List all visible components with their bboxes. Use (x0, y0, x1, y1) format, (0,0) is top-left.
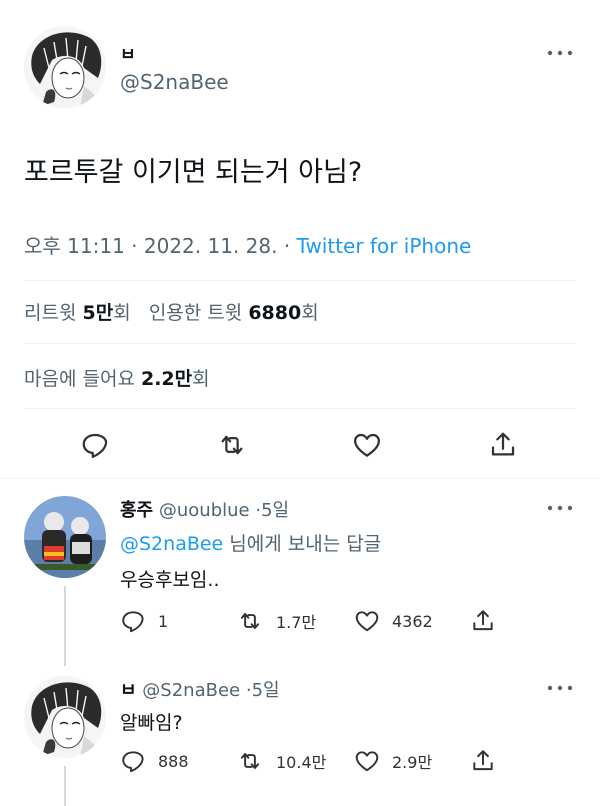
reply-button[interactable] (80, 430, 110, 460)
reply2-share-button[interactable] (470, 748, 496, 774)
more-icon[interactable] (546, 48, 574, 58)
like-button[interactable] (352, 430, 382, 460)
reply2-retweet-count: 10.4만 (276, 753, 327, 772)
retweet-button[interactable] (216, 430, 248, 460)
tweet-meta: 오후 11:11 · 2022. 11. 28. · Twitter for i… (24, 230, 471, 259)
divider (24, 280, 576, 281)
reply2-reply-count: 888 (158, 751, 189, 771)
reply-icon (82, 433, 108, 458)
likes-count: 2.2만 (140, 368, 193, 390)
retweets-stat[interactable]: 리트윗 5만회 (24, 302, 137, 324)
avatar-reply2[interactable] (24, 676, 106, 758)
reply2-header: ㅂ @S2naBee ·5일 (120, 676, 280, 702)
reply1-reply-button[interactable]: 1 (120, 608, 168, 634)
reply1-handle[interactable]: @uoublue (159, 500, 250, 521)
reply1-share-button[interactable] (470, 608, 496, 634)
reply2-time[interactable]: 5일 (252, 680, 280, 701)
reply2-retweet-button[interactable]: 10.4만 (236, 748, 326, 774)
more-icon[interactable] (546, 503, 574, 513)
retweets-label: 리트윗 (24, 302, 77, 324)
reply2-display-name[interactable]: ㅂ (120, 680, 137, 701)
like-icon (355, 611, 379, 632)
tweet-source[interactable]: Twitter for iPhone (297, 234, 472, 258)
stats-row-retweets: 리트윗 5만회 인용한 트윗 6880회 (24, 298, 319, 325)
reply2-handle[interactable]: @S2naBee (142, 680, 240, 701)
reply1-header: 홍주 @uoublue ·5일 (120, 496, 289, 522)
reply-icon (122, 611, 144, 633)
reply1-retweet-count: 1.7만 (276, 613, 317, 632)
retweets-count: 5만 (82, 302, 114, 324)
reply2-like-button[interactable]: 2.9만 (354, 748, 432, 774)
reply2-reply-button[interactable]: 888 (120, 748, 189, 774)
likes-suffix: 회 (192, 368, 210, 390)
divider (24, 408, 576, 409)
like-icon (355, 751, 379, 772)
retweet-icon (240, 752, 260, 770)
reply1-reply-to-handle[interactable]: @S2naBee (120, 533, 223, 555)
avatar-reply1[interactable] (24, 496, 106, 578)
tweet-date[interactable]: 2022. 11. 28. (144, 234, 278, 258)
meta-separator: · (283, 234, 291, 258)
main-handle[interactable]: @S2naBee (120, 70, 229, 94)
reply1-text: 우승후보임.. (120, 569, 220, 591)
share-icon (473, 750, 493, 771)
main-display-name[interactable]: ㅂ (120, 40, 136, 65)
reply1-reply-to-suffix: 님에게 보내는 답글 (229, 533, 382, 555)
meta-separator: · (131, 234, 138, 258)
reply1-replying-to: @S2naBee 님에게 보내는 답글 (120, 529, 381, 556)
reply1-like-button[interactable]: 4362 (354, 608, 433, 634)
likes-label: 마음에 들어요 (24, 368, 135, 390)
thread-line (64, 766, 66, 806)
reply1-display-name[interactable]: 홍주 (120, 500, 153, 521)
reply-icon (122, 751, 144, 773)
quotes-count: 6880 (248, 302, 302, 324)
main-tweet-text: 포르투갈 이기면 되는거 아님? (24, 157, 363, 188)
reply1-like-count: 4362 (392, 611, 433, 631)
share-button[interactable] (488, 430, 518, 460)
stats-row-likes[interactable]: 마음에 들어요 2.2만회 (24, 364, 210, 391)
more-icon[interactable] (546, 683, 574, 693)
quotes-stat[interactable]: 인용한 트윗 6880회 (149, 302, 319, 324)
reply1-time[interactable]: 5일 (261, 500, 289, 521)
thread-line (64, 586, 66, 666)
quotes-label: 인용한 트윗 (148, 302, 243, 324)
divider (0, 478, 600, 479)
reply2-text: 알빠임? (120, 712, 183, 734)
retweet-icon (221, 435, 243, 455)
reply1-retweet-button[interactable]: 1.7만 (236, 608, 316, 634)
retweets-suffix: 회 (113, 302, 131, 324)
share-icon (491, 432, 515, 456)
avatar-main[interactable] (24, 26, 106, 108)
retweet-icon (240, 612, 260, 630)
reply2-like-count: 2.9만 (392, 753, 433, 772)
share-icon (473, 610, 493, 631)
divider (24, 343, 576, 344)
reply1-reply-count: 1 (158, 611, 169, 631)
tweet-time[interactable]: 오후 11:11 (24, 234, 125, 258)
quotes-suffix: 회 (301, 302, 319, 324)
like-icon (354, 433, 380, 457)
